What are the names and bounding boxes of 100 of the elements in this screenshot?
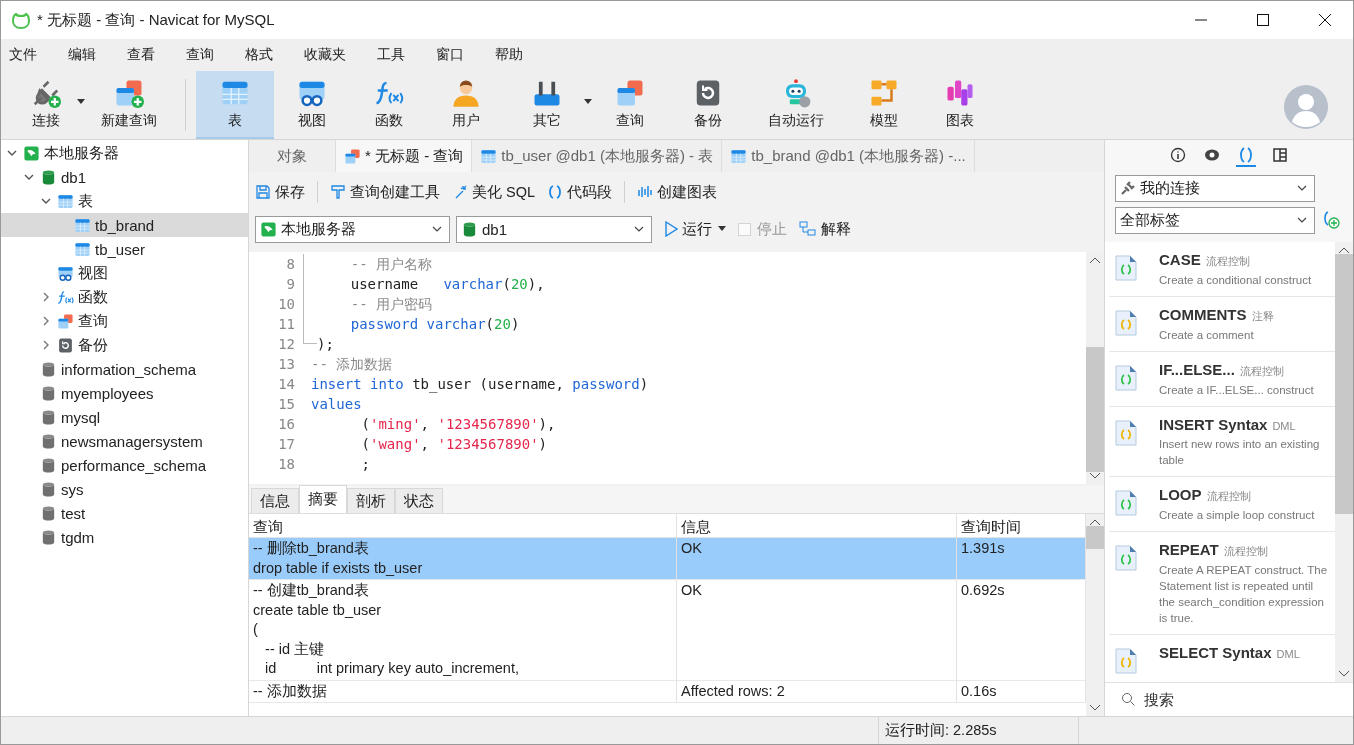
toolbar-button[interactable]: 表 [196,71,274,139]
tree-item[interactable]: tb_user [1,237,248,261]
scroll-up-icon[interactable] [1338,246,1350,254]
toolbar-button[interactable]: 连接 [9,71,83,139]
toolbar-button[interactable]: 新建查询 [83,71,175,139]
database-select[interactable]: db1 [456,215,652,243]
table-cell: OK [677,580,957,681]
tree-item[interactable]: myemployees [1,381,248,405]
scroll-up-icon[interactable] [1089,518,1101,526]
result-tab[interactable]: 摘要 [299,485,347,513]
menu-item[interactable]: 收藏夹 [304,46,346,64]
tree-item[interactable]: db1 [1,165,248,189]
tree-item[interactable]: 表 [1,189,248,213]
database-icon [40,480,57,498]
scroll-down-icon[interactable] [1089,704,1101,712]
database-icon [40,456,57,474]
code-line: -- 用户密码 [349,295,432,314]
stop-label: 停止 [757,219,787,239]
tree-item[interactable]: 函数 [1,285,248,309]
table-cell: -- 创建tb_brand表 create table tb_user ( -- id 主键 id int primary key auto_increment, [249,580,677,681]
database-icon [40,360,57,378]
query-icon [344,147,361,165]
table-icon [730,147,748,165]
explain-button[interactable]: 解释 [799,219,851,239]
toolbar-button[interactable]: 保存 [255,182,305,202]
toolbar-button[interactable]: 备份 [670,71,746,139]
connection-filter[interactable]: 我的连接 [1115,174,1315,202]
menu-item[interactable]: 编辑 [68,46,96,64]
menu-item[interactable]: 格式 [245,46,273,64]
snippet-file-icon [1115,420,1137,446]
tree-item[interactable]: 备份 [1,333,248,357]
code-line: values [311,395,362,414]
caret-icon[interactable] [718,226,726,232]
tree-item[interactable]: tgdm [1,525,248,549]
snippet-item[interactable]: CASE 流程控制 Create a conditional construct [1109,242,1335,297]
menu-item[interactable]: 帮助 [495,46,523,64]
scroll-thumb[interactable] [1335,254,1353,514]
snippet-title: COMMENTS 注释 [1159,306,1274,324]
tree-item[interactable]: mysql [1,405,248,429]
snippet-item[interactable]: COMMENTS 注释 Create a comment [1109,297,1335,352]
toolbar-button[interactable]: 视图 [274,71,350,139]
tree-item[interactable]: sys [1,477,248,501]
code-line: ); [317,335,334,354]
toolbar-button[interactable]: 模型 [846,71,922,139]
scroll-thumb[interactable] [1086,526,1104,550]
scrollbar[interactable] [1335,242,1353,682]
menu-item[interactable]: 查询 [186,46,214,64]
menu-item[interactable]: 工具 [377,46,405,64]
toolbar-button[interactable]: 用户 [428,71,504,139]
caret-icon[interactable] [77,99,85,105]
snippet-title: SELECT Syntax DML [1159,644,1300,661]
server-icon [23,144,40,162]
tree-item[interactable]: newsmanagersystem [1,429,248,453]
toolbar-button[interactable]: 查询 [590,71,670,139]
run-button[interactable]: 运行 [664,219,712,239]
scroll-down-icon[interactable] [1338,670,1350,678]
tree-item[interactable]: 视图 [1,261,248,285]
snippet-title: CASE 流程控制 [1159,251,1251,269]
tree-item[interactable]: test [1,501,248,525]
tree-item[interactable]: 本地服务器 [1,141,248,165]
tag-filter[interactable]: 全部标签 [1115,206,1315,234]
toolbar-button[interactable]: 函数 [350,71,428,139]
tree-item[interactable]: tb_brand [1,213,248,237]
caret-icon[interactable] [584,99,592,105]
search-input[interactable]: 搜索 [1142,690,1332,709]
toolbar-button[interactable]: 美化 SQL [452,182,536,202]
toolbar-button[interactable]: 其它 [504,71,590,139]
snippet-item[interactable]: INSERT Syntax DML Insert new rows into an existing table [1109,407,1335,477]
tree-item[interactable]: performance_schema [1,453,248,477]
result-tab[interactable]: 剖析 [347,488,395,513]
braces-icon[interactable] [1236,145,1256,167]
database-icon [40,168,57,186]
menu-item[interactable]: 窗口 [436,46,464,64]
editor-tab[interactable]: * 无标题 - 查询 [336,140,473,172]
menu-item[interactable]: 查看 [127,46,155,64]
scroll-down-icon[interactable] [1089,472,1101,480]
add-snippet-icon[interactable] [1321,210,1341,230]
scroll-up-icon[interactable] [1089,256,1101,264]
result-tab[interactable]: 信息 [251,488,299,513]
toolbar-button[interactable]: 代码段 [547,182,613,202]
save-icon [255,184,271,200]
scrollbar[interactable] [1086,514,1104,716]
scroll-thumb[interactable] [1086,347,1104,472]
search-field[interactable]: 搜索 [1105,682,1353,716]
snippet-description: Create a conditional construct [1159,273,1312,288]
toolbar-button[interactable]: 图表 [922,71,998,139]
connection-select[interactable]: 本地服务器 [255,215,450,243]
toolbar-button[interactable]: 自动运行 [746,71,846,139]
toolbar-button[interactable]: 查询创建工具 [330,182,440,202]
line-number: 13 [277,355,295,374]
menu-item[interactable]: 文件 [9,46,37,64]
tree-item[interactable]: information_schema [1,357,248,381]
server-icon [260,220,277,238]
toolbar-button[interactable]: 创建图表 [637,182,718,202]
snippet-item[interactable]: LOOP 流程控制 Create a simple loop construct [1109,477,1335,532]
result-tab[interactable]: 状态 [395,488,443,513]
tree-item[interactable]: 查询 [1,309,248,333]
snippet-item[interactable]: IF...ELSE... 流程控制 Create a IF...ELSE... construct [1109,352,1335,407]
snippet-title: INSERT Syntax DML [1159,416,1297,433]
snippet-description: Insert new rows into an existing table [1159,437,1321,468]
